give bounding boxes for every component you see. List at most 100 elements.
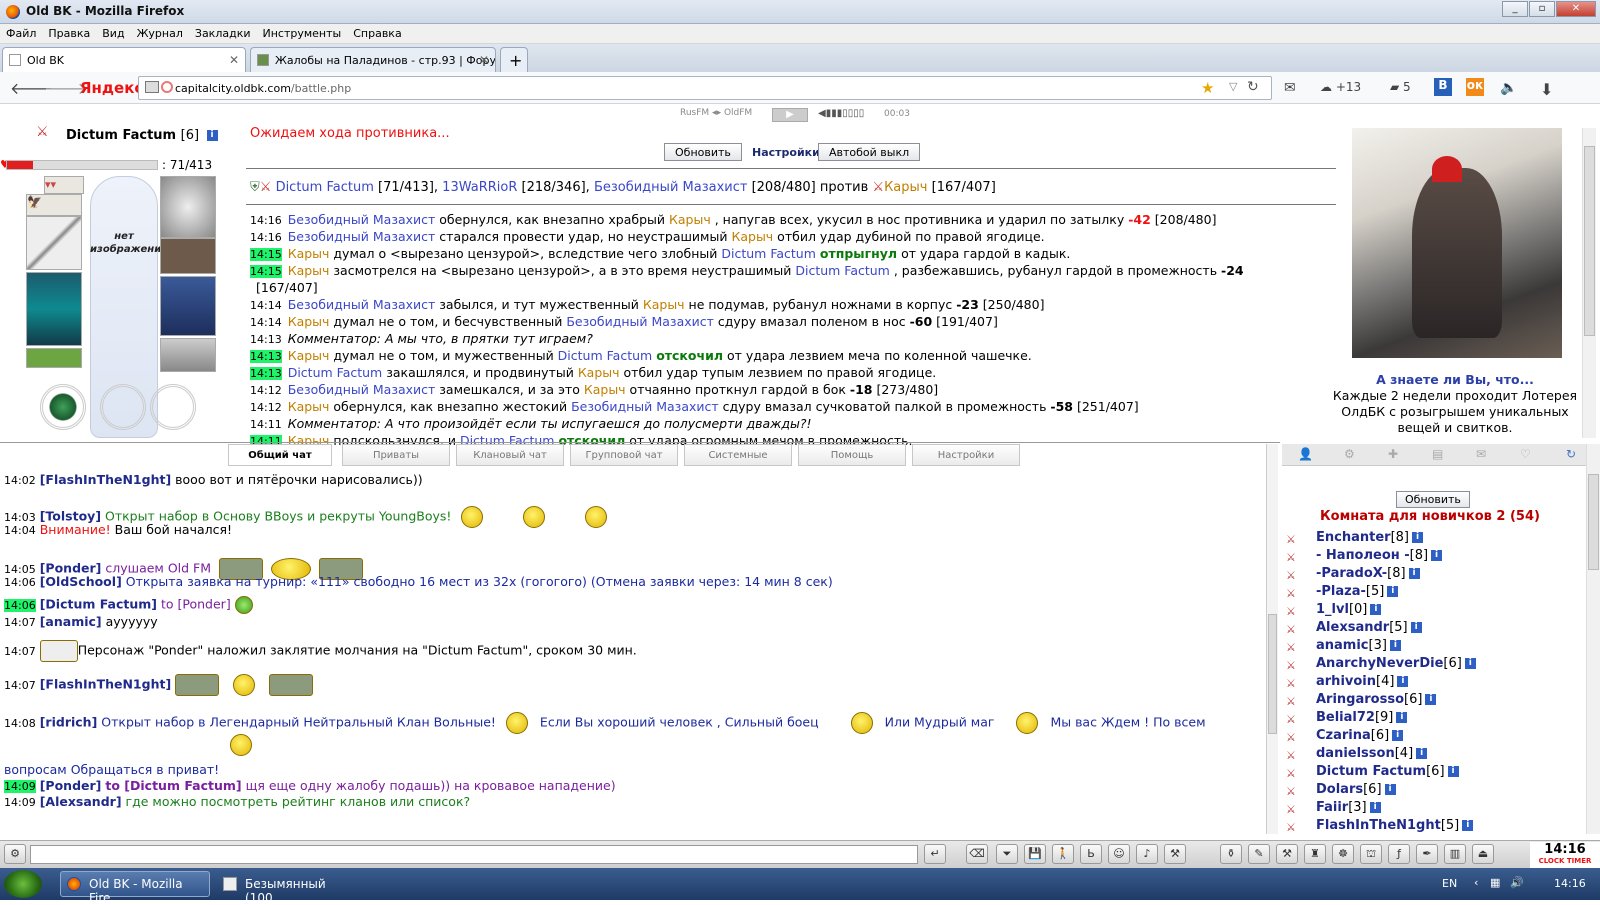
team1-member[interactable]: Dictum Factum [276,180,374,195]
player-name[interactable]: Dictum Factum [66,128,176,143]
save-icon[interactable]: 💾 [1024,844,1046,864]
hammer-icon[interactable]: ⚒ [1276,844,1298,864]
scroll-thumb[interactable] [1268,614,1277,734]
scroll-thumb[interactable] [1588,474,1599,570]
user-name[interactable]: 1_lvl [1316,602,1349,617]
refresh-list-icon[interactable]: ↻ [1566,447,1576,461]
exit-icon[interactable]: ⏏ [1472,844,1494,864]
user-info-icon[interactable]: i [1410,622,1422,633]
tab-group-chat[interactable]: Групповой чат [570,444,678,466]
user-name[interactable]: arhivoin [1316,674,1376,689]
quill-icon[interactable]: ✒ [1416,844,1438,864]
team1-member[interactable]: 13WaRRioR [442,180,517,195]
room-user[interactable]: ⚔ Alexsandr[5] i [1284,619,1584,637]
menu-view[interactable]: Вид [96,24,130,40]
site-identity-icon[interactable] [161,81,173,93]
user-info-icon[interactable]: i [1384,784,1396,795]
eraser-icon[interactable]: ⌫ [966,844,988,864]
menu-tools[interactable]: Инструменты [257,24,348,40]
tab-forum[interactable]: Жалобы на Паладинов - стр.93 | Фору... ✕ [250,47,496,72]
team1-member[interactable]: Безобидный Мазахист [594,180,748,195]
chat-nick[interactable]: FlashInTheN1ght [45,677,165,692]
user-name[interactable]: anamic [1316,638,1369,653]
chat-nick[interactable]: ridrich [45,715,91,730]
chat-menu-icon[interactable]: ⚙ [4,844,26,864]
tab-chat-settings[interactable]: Настройки [912,444,1020,466]
user-info-icon[interactable]: i [1392,730,1404,741]
menu-file[interactable]: Файл [0,24,42,40]
notification-icon[interactable]: ▰ 5 [1390,80,1411,94]
user-info-icon[interactable]: i [1425,694,1437,705]
room-user[interactable]: ⚔ Dolars[6] i [1284,781,1584,799]
chat-nick[interactable]: Alexsandr [45,794,115,809]
new-tab-button[interactable]: + [500,47,528,72]
bag-icon[interactable]: ♜ [1304,844,1326,864]
chat-nick[interactable]: anamic [45,614,96,629]
user-name[interactable]: Czarina [1316,728,1371,743]
user-name[interactable]: -Plaza- [1316,584,1366,599]
tray-clock[interactable]: 14:16 [1554,877,1586,890]
tab-icon[interactable]: ⚙ [1344,447,1355,461]
player-name-block[interactable]: Dictum Factum [6] i [66,128,218,143]
tab-icon[interactable]: ✉ [1476,447,1486,461]
play-icon[interactable]: ▶ [772,108,808,122]
odnoklassniki-icon[interactable]: ок [1466,78,1484,96]
room-scrollbar[interactable] [1586,444,1600,834]
user-name[interactable]: Alexsandr [1316,620,1389,635]
slot-weapon[interactable] [26,216,82,270]
user-info-icon[interactable]: i [1387,586,1399,597]
chat-scrollbar[interactable] [1266,444,1278,834]
scroll-icon[interactable]: ✎ [1248,844,1270,864]
refresh-battle-button[interactable]: Обновить [664,143,742,161]
user-name[interactable]: danielsson [1316,746,1395,761]
language-indicator[interactable]: EN [1442,877,1457,890]
tab-help[interactable]: Помощь [798,444,906,466]
bookmark-star-icon[interactable]: ★ [1201,79,1214,97]
menu-bookmarks[interactable]: Закладки [189,24,257,40]
book-icon[interactable]: ▥ [1444,844,1466,864]
room-user[interactable]: ⚔ -ParadoX-[8] i [1284,565,1584,583]
room-user[interactable]: ⚔ Belial72[9] i [1284,709,1584,727]
user-name[interactable]: - Наполеон - [1316,548,1410,563]
user-info-icon[interactable]: i [1397,676,1409,687]
slot-boots[interactable] [160,338,216,372]
taskbar-firefox[interactable]: Old BK - Mozilla Fire... [60,871,210,905]
bottle-icon[interactable]: ⚱ [1220,844,1242,864]
volume-tray-icon[interactable]: 🔊 [1510,876,1524,889]
filter-icon[interactable]: ⏷ [996,844,1018,864]
smiley-picker-icon[interactable]: ☺ [1108,844,1130,864]
slot-amulet[interactable]: 🦅 [26,194,82,216]
slot-armor[interactable] [26,272,82,346]
room-user[interactable]: ⚔ Czarina[6] i [1284,727,1584,745]
minimize-button[interactable]: _ [1502,1,1528,17]
weather-icon[interactable]: ☁ +13 [1320,80,1361,94]
room-user[interactable]: ⚔ - Наполеон -[8] i [1284,547,1584,565]
refresh-room-button[interactable]: Обновить [1396,491,1470,508]
user-info-icon[interactable]: i [1370,604,1382,615]
sound-toggle-icon[interactable]: ♪ [1136,844,1158,864]
user-name[interactable]: Dictum Factum [1316,764,1426,779]
sound-icon[interactable]: 🔈 [1500,80,1517,96]
tab-system[interactable]: Системные [684,444,792,466]
spell-slot-3[interactable] [150,384,196,430]
menu-edit[interactable]: Правка [42,24,96,40]
chat-nick[interactable]: FlashInTheN1ght [45,472,165,487]
user-info-icon[interactable]: i [1389,640,1401,651]
vk-icon[interactable]: B [1434,78,1452,96]
spell-slot-1[interactable] [40,384,86,430]
spell-slot-2[interactable] [100,384,146,430]
user-info-icon[interactable]: i [1408,568,1420,579]
autobattle-button[interactable]: Автобой выкл [818,143,921,161]
tab-icon[interactable]: ♡ [1520,447,1531,461]
menu-history[interactable]: Журнал [131,24,189,40]
room-user[interactable]: ⚔ anamic[3] i [1284,637,1584,655]
user-info-icon[interactable]: i [1431,550,1443,561]
team2-member[interactable]: Карыч [884,180,927,195]
slot-helmet[interactable] [160,176,216,238]
room-user[interactable]: ⚔ Faiir[3] i [1284,799,1584,817]
maximize-button[interactable]: ▫ [1529,1,1555,17]
inventory-icon[interactable]: ☸ [1332,844,1354,864]
scroll-thumb[interactable] [1584,146,1595,336]
slot-gloves[interactable] [160,238,216,274]
game-clock[interactable]: 14:16 CLOCK TIMER [1530,842,1600,868]
